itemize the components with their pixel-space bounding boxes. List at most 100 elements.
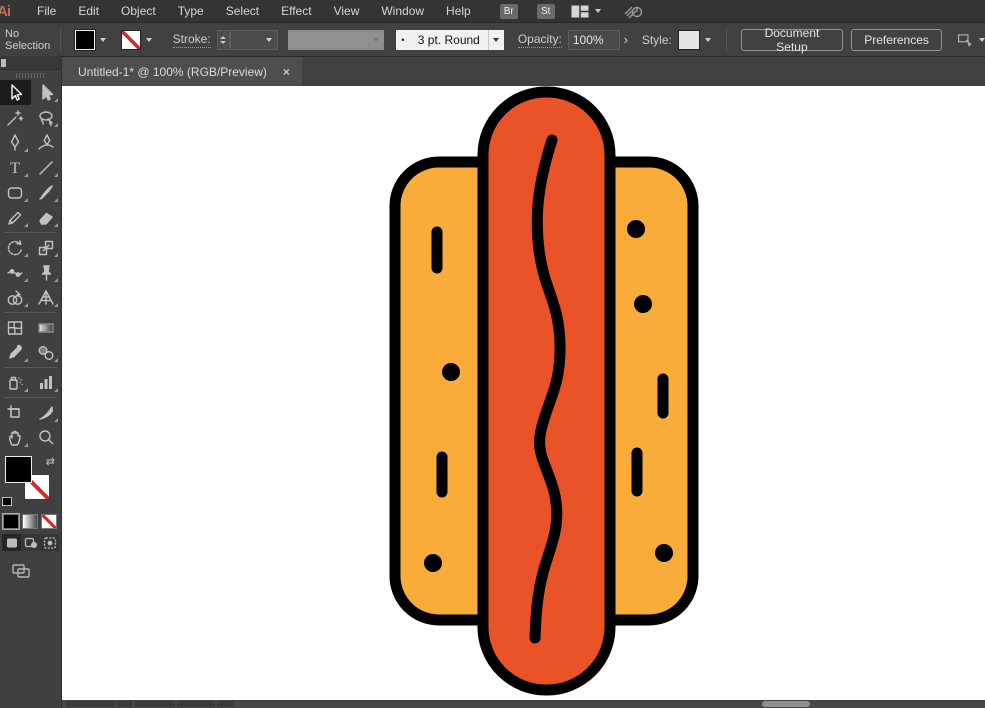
gradient-button[interactable] [22, 514, 38, 529]
eraser-tool-button[interactable] [31, 205, 62, 230]
slice-tool-button[interactable] [31, 400, 62, 425]
line-segment-tool-icon [36, 158, 56, 178]
pen-tool-button[interactable] [0, 130, 31, 155]
draw-behind-button[interactable] [21, 534, 40, 551]
workspace-chevron-icon[interactable] [595, 9, 601, 13]
style-swatch[interactable] [678, 30, 700, 50]
fill-color-swatch[interactable] [75, 30, 95, 50]
scale-tool-button[interactable] [31, 235, 62, 260]
pen-tool-icon [5, 133, 25, 153]
control-bar: No Selection Stroke: • 3 pt. Round Opaci… [0, 22, 985, 56]
document-tab[interactable]: Untitled-1* @ 100% (RGB/Preview) × [62, 57, 302, 86]
color-button[interactable] [3, 514, 19, 529]
swap-fill-stroke-icon[interactable]: ⇄ [46, 455, 55, 468]
bridge-button[interactable]: Br [500, 4, 518, 19]
isolate-chevron-icon[interactable] [979, 38, 985, 42]
stroke-weight-combo[interactable] [230, 30, 278, 50]
stroke-weight-label[interactable]: Stroke: [173, 32, 211, 48]
paintbrush-tool-button[interactable] [31, 180, 62, 205]
menu-window[interactable]: Window [370, 4, 435, 18]
menu-file[interactable]: File [26, 4, 67, 18]
perspective-grid-tool-button[interactable] [31, 285, 62, 310]
status-bar-segment[interactable] [117, 701, 132, 707]
gradient-tool-icon [36, 318, 56, 338]
brush-preview-dot: • [396, 35, 410, 45]
document-setup-button[interactable]: Document Setup [741, 29, 844, 51]
tools-panel-header[interactable] [0, 56, 61, 70]
brush-definition-combo[interactable]: • 3 pt. Round [396, 30, 504, 50]
hot-dog-illustration[interactable] [62, 86, 985, 700]
symbol-sprayer-tool-icon [5, 373, 25, 393]
menu-effect[interactable]: Effect [270, 4, 322, 18]
status-bar-segment[interactable] [66, 701, 115, 707]
hand-tool-button[interactable] [0, 425, 31, 450]
isolate-selection-icon[interactable] [956, 32, 973, 48]
style-chevron-icon[interactable] [700, 30, 716, 50]
menu-edit[interactable]: Edit [67, 4, 110, 18]
curvature-tool-button[interactable] [31, 130, 62, 155]
mesh-tool-button[interactable] [0, 315, 31, 340]
stroke-color-control[interactable] [121, 30, 157, 50]
puppet-warp-tool-button[interactable] [31, 260, 62, 285]
symbol-sprayer-tool-button[interactable] [0, 370, 31, 395]
shaper-pencil-tool-button[interactable] [0, 205, 31, 230]
gradient-tool-button[interactable] [31, 315, 62, 340]
shape-builder-tool-button[interactable] [0, 285, 31, 310]
stroke-color-swatch[interactable] [121, 30, 141, 50]
menu-type[interactable]: Type [167, 4, 215, 18]
horizontal-scrollbar-thumb[interactable] [762, 701, 810, 707]
none-button[interactable] [41, 514, 57, 529]
stroke-chevron-icon[interactable] [141, 30, 157, 50]
eyedropper-tool-button[interactable] [0, 340, 31, 365]
svg-text:T: T [10, 160, 20, 177]
rectangle-tool-button[interactable] [0, 180, 31, 205]
preferences-button[interactable]: Preferences [851, 29, 942, 51]
stroke-weight-chevron-icon[interactable] [261, 30, 277, 50]
line-segment-tool-button[interactable] [31, 155, 62, 180]
lasso-tool-button[interactable] [31, 105, 62, 130]
artboard-tool-button[interactable] [0, 400, 31, 425]
menu-select[interactable]: Select [215, 4, 270, 18]
status-bar-segment[interactable] [217, 701, 233, 707]
artboard-canvas[interactable] [62, 86, 985, 700]
opacity-arrow-button[interactable]: › [620, 30, 632, 50]
opacity-input[interactable] [568, 30, 620, 50]
column-graph-tool-button[interactable] [31, 370, 62, 395]
stock-button[interactable]: St [537, 4, 555, 19]
menu-help[interactable]: Help [435, 4, 482, 18]
illustrator-window: Ai File Edit Object Type Select Effect V… [0, 0, 985, 708]
status-bar-segment[interactable] [177, 701, 215, 707]
change-screen-mode-button[interactable] [12, 564, 61, 583]
magic-wand-tool-button[interactable] [0, 105, 31, 130]
draw-normal-button[interactable] [2, 534, 21, 551]
fill-color-control[interactable] [75, 30, 111, 50]
rotate-tool-button[interactable] [0, 235, 31, 260]
zoom-tool-button[interactable] [31, 425, 62, 450]
direct-selection-tool-button[interactable] [31, 80, 62, 105]
lasso-tool-icon [36, 108, 56, 128]
default-fill-stroke-icon[interactable] [2, 497, 12, 506]
blend-tool-button[interactable] [31, 340, 62, 365]
fill-proxy-swatch[interactable] [5, 456, 32, 483]
type-tool-button[interactable]: T [0, 155, 31, 180]
panel-tab-icon [1, 59, 6, 67]
style-control[interactable] [678, 30, 716, 50]
brush-chevron-icon[interactable] [488, 30, 504, 50]
width-tool-icon [5, 263, 25, 283]
menu-object[interactable]: Object [110, 4, 167, 18]
opacity-label[interactable]: Opacity: [518, 32, 562, 48]
workspace-switcher-icon[interactable] [571, 5, 589, 18]
status-bar-segment[interactable] [135, 701, 175, 707]
stroke-weight-stepper[interactable] [217, 30, 230, 50]
fill-chevron-icon[interactable] [95, 30, 111, 50]
document-tab-title: Untitled-1* @ 100% (RGB/Preview) [78, 65, 267, 79]
curvature-tool-icon [36, 133, 56, 153]
width-tool-button[interactable] [0, 260, 31, 285]
gpu-performance-icon[interactable] [623, 4, 643, 19]
tools-panel-grip[interactable] [0, 70, 61, 80]
draw-inside-button[interactable] [40, 534, 59, 551]
menu-view[interactable]: View [323, 4, 371, 18]
tab-close-icon[interactable]: × [283, 65, 290, 79]
color-mode-buttons [0, 510, 61, 531]
selection-tool-button[interactable] [0, 80, 31, 105]
